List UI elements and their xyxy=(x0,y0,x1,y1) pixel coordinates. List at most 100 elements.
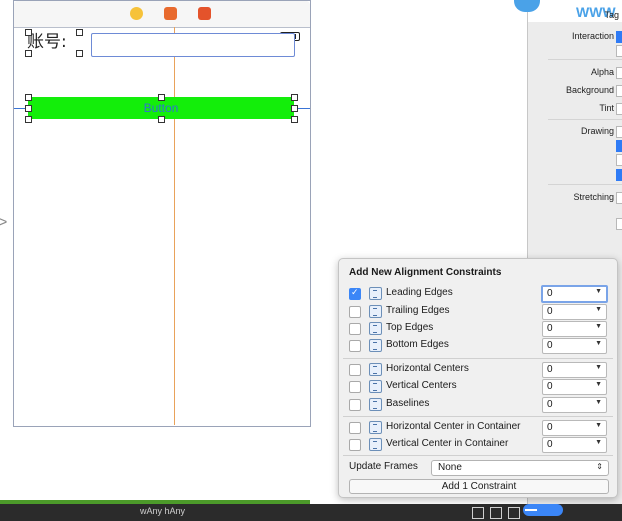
leading-edges-offset-dropdown[interactable]: 0 ▼ xyxy=(541,285,608,303)
top-edges-offset-dropdown[interactable]: 0 ▼ xyxy=(542,321,607,337)
constraint-row-trailing-edges[interactable]: Trailing Edges 0 ▼ xyxy=(349,304,611,320)
horizontal-center-container-offset-dropdown[interactable]: 0 ▼ xyxy=(542,420,607,436)
constraint-row-bottom-edges[interactable]: Bottom Edges 0 ▼ xyxy=(349,338,611,354)
resize-handle[interactable] xyxy=(25,116,32,123)
top-edges-icon xyxy=(369,322,382,335)
resize-handle[interactable] xyxy=(291,105,298,112)
alpha-field[interactable] xyxy=(616,67,622,79)
resize-handle[interactable] xyxy=(291,94,298,101)
vertical-center-container-label: Vertical Center in Container xyxy=(386,438,509,449)
chevron-down-icon: ▼ xyxy=(595,323,602,330)
selected-button[interactable]: Button xyxy=(25,94,298,123)
popover-title: Add New Alignment Constraints xyxy=(349,267,502,278)
account-text-field[interactable] xyxy=(91,33,295,57)
chevron-down-icon: ▼ xyxy=(595,364,602,371)
background-picker[interactable] xyxy=(616,85,622,97)
scene-dock xyxy=(14,1,310,28)
first-responder-icon[interactable] xyxy=(164,7,177,20)
stretching-field-2[interactable] xyxy=(616,218,622,230)
update-frames-select[interactable]: None ⇕ xyxy=(431,460,609,476)
divider xyxy=(548,119,622,120)
vertical-centers-checkbox[interactable] xyxy=(349,381,361,393)
resize-handle[interactable] xyxy=(25,29,32,36)
resize-handle[interactable] xyxy=(25,105,32,112)
leading-edges-label: Leading Edges xyxy=(386,287,453,298)
constraint-row-baselines[interactable]: Baselines 0 ▼ xyxy=(349,397,611,413)
dropdown-value: 0 xyxy=(547,422,553,433)
tag-label: Tag xyxy=(604,10,619,20)
leading-edges-icon xyxy=(369,287,382,300)
drawing-checkbox[interactable] xyxy=(616,126,622,138)
pin-icon[interactable] xyxy=(490,507,502,519)
divider xyxy=(343,358,613,359)
resize-handle[interactable] xyxy=(158,116,165,123)
entry-point-arrow-icon[interactable]: > xyxy=(0,214,12,232)
drawing-checkbox-4[interactable] xyxy=(616,169,622,181)
chevron-down-icon: ▼ xyxy=(595,439,602,446)
baselines-icon xyxy=(369,398,382,411)
baselines-label: Baselines xyxy=(386,398,430,409)
vertical-center-container-checkbox[interactable] xyxy=(349,439,361,451)
size-class-toggle[interactable]: wAny hAny xyxy=(140,506,185,516)
resize-handle[interactable] xyxy=(25,50,32,57)
horizontal-centers-label: Horizontal Centers xyxy=(386,363,469,374)
stretching-field[interactable] xyxy=(616,192,622,204)
divider xyxy=(548,59,622,60)
chevron-down-icon: ▼ xyxy=(595,399,602,406)
constraint-row-leading-edges[interactable]: Leading Edges 0▼ xyxy=(349,285,611,303)
horizontal-centers-checkbox[interactable] xyxy=(349,364,361,376)
chevron-down-icon: ▼ xyxy=(595,340,602,347)
interaction-checkbox-2[interactable] xyxy=(616,45,622,57)
align-icon[interactable] xyxy=(472,507,484,519)
divider xyxy=(343,416,613,417)
dropdown-value: 0 xyxy=(547,399,553,410)
horizontal-centers-offset-dropdown[interactable]: 0 ▼ xyxy=(542,362,607,378)
horizontal-center-container-label: Horizontal Center in Container xyxy=(386,421,521,432)
baselines-checkbox[interactable] xyxy=(349,399,361,411)
top-edges-checkbox[interactable] xyxy=(349,323,361,335)
dropdown-value: 0 xyxy=(547,340,553,351)
interaction-checkbox[interactable] xyxy=(616,31,622,43)
exit-icon[interactable] xyxy=(198,7,211,20)
vertical-centers-offset-dropdown[interactable]: 0 ▼ xyxy=(542,379,607,395)
resize-handle[interactable] xyxy=(25,94,32,101)
vertical-center-container-offset-dropdown[interactable]: 0 ▼ xyxy=(542,437,607,453)
library-filter-toggle[interactable] xyxy=(523,504,563,516)
horizontal-center-container-icon xyxy=(369,421,382,434)
add-constraint-button[interactable]: Add 1 Constraint xyxy=(349,479,609,494)
constraint-row-horizontal-centers[interactable]: Horizontal Centers 0 ▼ xyxy=(349,362,611,378)
account-label-text: 账号: xyxy=(27,32,67,52)
horizontal-center-container-checkbox[interactable] xyxy=(349,422,361,434)
vertical-centers-label: Vertical Centers xyxy=(386,380,457,391)
trailing-edges-icon xyxy=(369,305,382,318)
resolve-issues-icon[interactable] xyxy=(508,507,520,519)
background-label: Background xyxy=(565,85,614,95)
constraint-row-vertical-center-container[interactable]: Vertical Center in Container 0 ▼ xyxy=(349,437,611,453)
drawing-checkbox-3[interactable] xyxy=(616,154,622,166)
tint-picker[interactable] xyxy=(616,103,622,115)
chevron-down-icon: ▼ xyxy=(595,288,602,295)
dropdown-value: 0 xyxy=(547,288,553,299)
resize-handle[interactable] xyxy=(76,50,83,57)
constraint-row-horizontal-center-container[interactable]: Horizontal Center in Container 0 ▼ xyxy=(349,420,611,436)
leading-edges-checkbox[interactable] xyxy=(349,287,361,300)
resize-handle[interactable] xyxy=(76,29,83,36)
trailing-edges-offset-dropdown[interactable]: 0 ▼ xyxy=(542,304,607,320)
drawing-checkbox-2[interactable] xyxy=(616,140,622,152)
baselines-offset-dropdown[interactable]: 0 ▼ xyxy=(542,397,607,413)
view-controller-icon[interactable] xyxy=(130,7,143,20)
bottom-edges-offset-dropdown[interactable]: 0 ▼ xyxy=(542,338,607,354)
alpha-label: Alpha xyxy=(590,67,614,77)
vertical-center-container-icon xyxy=(369,438,382,451)
constraint-row-vertical-centers[interactable]: Vertical Centers 0 ▼ xyxy=(349,379,611,395)
resize-handle[interactable] xyxy=(158,94,165,101)
constraint-row-top-edges[interactable]: Top Edges 0 ▼ xyxy=(349,321,611,337)
account-label[interactable]: 账号: xyxy=(25,29,83,57)
resize-handle[interactable] xyxy=(291,116,298,123)
trailing-edges-checkbox[interactable] xyxy=(349,306,361,318)
chevron-down-icon: ▼ xyxy=(595,422,602,429)
view-controller-scene[interactable]: 账号: Button xyxy=(13,0,311,427)
update-frames-label: Update Frames xyxy=(349,461,418,472)
bottom-edges-checkbox[interactable] xyxy=(349,340,361,352)
horizontal-centers-icon xyxy=(369,363,382,376)
